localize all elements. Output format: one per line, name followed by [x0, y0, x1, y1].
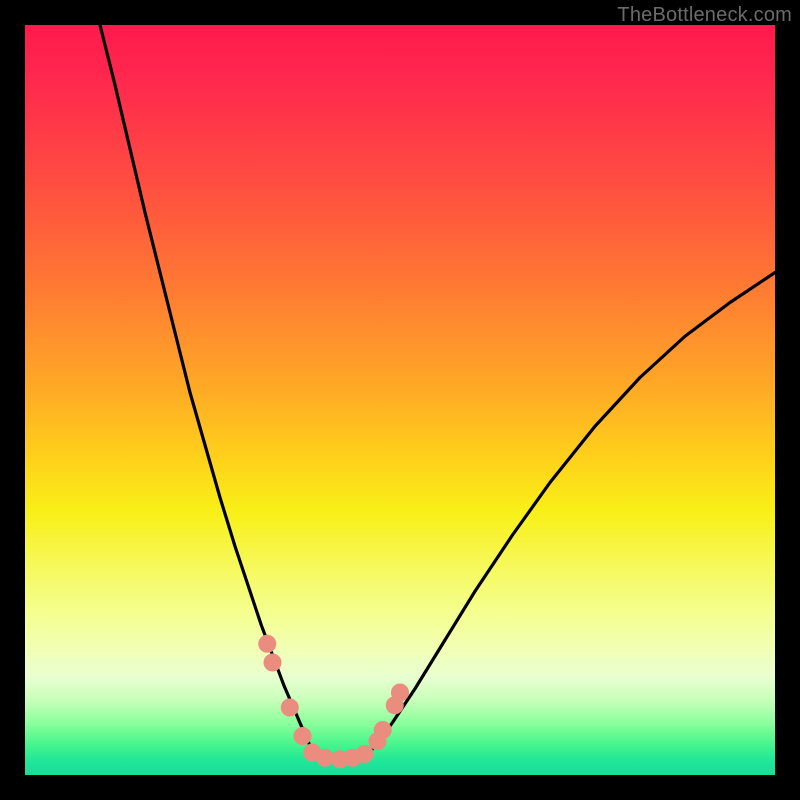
marker-dot	[258, 635, 276, 653]
marker-dot	[356, 745, 374, 763]
attribution-label: TheBottleneck.com	[617, 4, 792, 27]
marker-dot	[264, 654, 282, 672]
plot-area	[25, 25, 775, 775]
marker-dot	[294, 727, 312, 745]
curve-svg	[25, 25, 775, 775]
marker-dot	[374, 721, 392, 739]
marker-dot	[281, 699, 299, 717]
bottleneck-curve	[100, 25, 775, 760]
chart-frame: TheBottleneck.com	[0, 0, 800, 800]
curve-path	[100, 25, 775, 760]
marker-dot	[391, 684, 409, 702]
marker-group	[258, 635, 409, 769]
